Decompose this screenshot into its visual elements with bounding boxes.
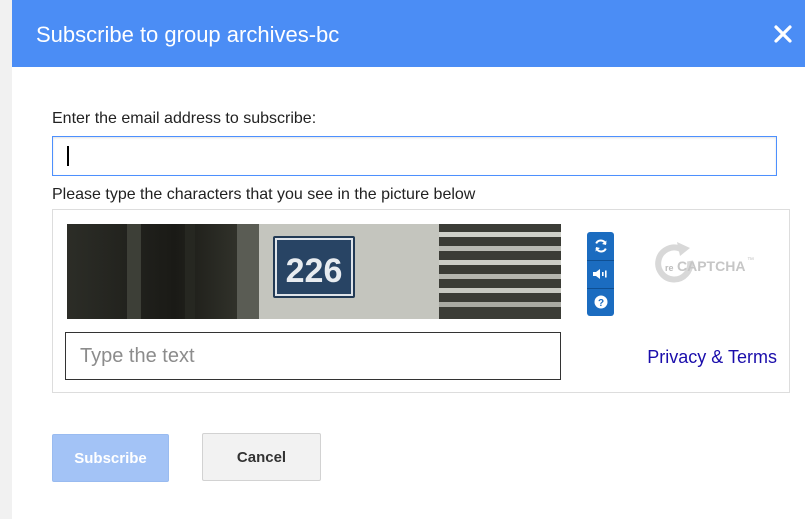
svg-text:?: ? [597,298,603,309]
captcha-audio-button[interactable] [587,260,614,289]
audio-icon [592,269,607,279]
captcha-image: 226 [67,224,561,319]
svg-text:™: ™ [747,257,754,264]
captcha-response-input[interactable] [65,332,561,380]
captcha-box: 226 ? re CAPTCHA ™ Type the text Privacy… [52,209,790,393]
dialog-title: Subscribe to group archives-bc [36,22,340,47]
captcha-instructions: Please type the characters that you see … [52,186,476,203]
dialog-header: Subscribe to group archives-bc [12,0,805,67]
recaptcha-logo: re CAPTCHA ™ [649,240,779,290]
help-icon: ? [594,295,607,309]
email-input[interactable] [52,136,777,176]
svg-text:re: re [665,263,674,273]
privacy-terms-link[interactable]: Privacy & Terms [647,347,777,368]
cancel-button[interactable]: Cancel [202,433,321,481]
captcha-help-button[interactable]: ? [587,288,614,316]
captcha-refresh-button[interactable] [587,232,614,261]
subscribe-dialog: Subscribe to group archives-bc Enter the… [12,0,805,519]
captcha-image-text: 226 [286,252,343,290]
svg-text:CAPTCHA: CAPTCHA [677,258,745,274]
email-label: Enter the email address to subscribe: [52,110,317,127]
close-icon [774,25,792,43]
subscribe-button[interactable]: Subscribe [52,434,169,482]
close-button[interactable] [771,22,795,46]
captcha-controls: ? [587,232,614,316]
text-cursor [67,146,69,166]
page: Subscribe to group archives-bc Enter the… [0,0,805,519]
refresh-icon [594,239,607,253]
